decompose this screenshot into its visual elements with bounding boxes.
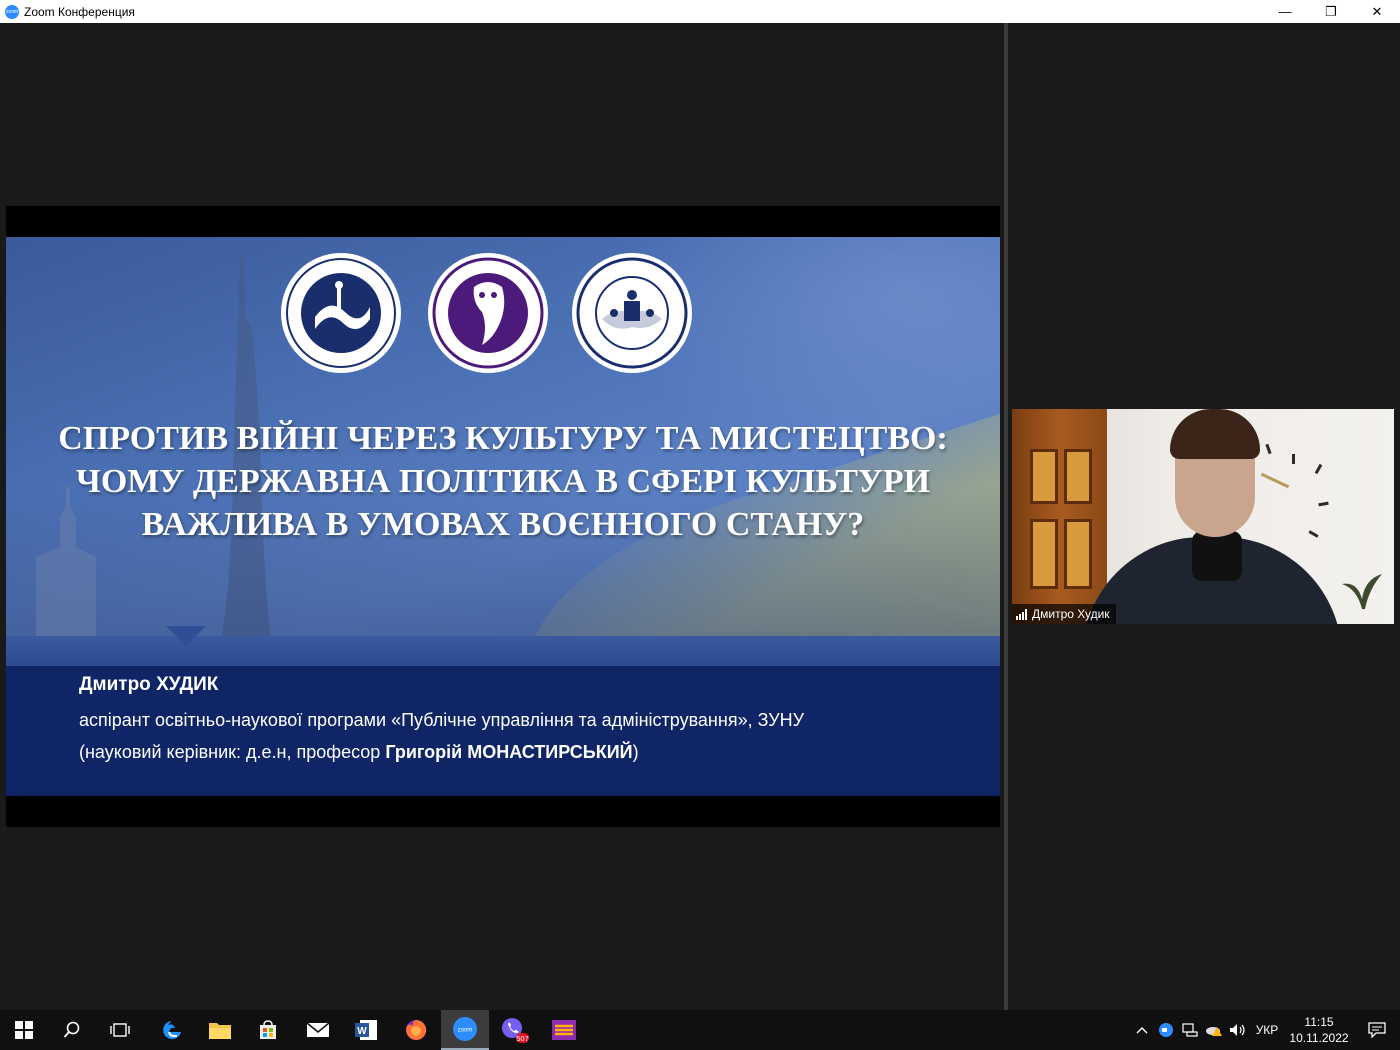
slide-divider-band [6,636,1000,666]
wall-clock-mark [1314,463,1323,475]
taskbar-explorer[interactable] [196,1010,244,1050]
participant-name-tag: Дмитро Худик [1012,604,1116,624]
slide-title-line-2: ЧОМУ ДЕРЖАВНА ПОЛІТИКА В СФЕРІ КУЛЬТУРИ [75,463,931,500]
start-button[interactable] [0,1010,48,1050]
restore-button[interactable]: ❐ [1308,0,1354,23]
network-icon[interactable] [1178,1023,1202,1037]
app-layers-icon [552,1020,576,1040]
close-button[interactable]: ✕ [1354,0,1400,23]
person-neck [1192,531,1242,581]
folder-icon [209,1023,231,1039]
taskbar-zoom[interactable]: zoom [441,1010,489,1050]
language-indicator[interactable]: УКР [1250,1023,1284,1037]
taskbar-clock[interactable]: 11:15 10.11.2022 [1284,1014,1354,1046]
wall-clock-mark [1318,501,1329,507]
shared-screen[interactable]: СПРОТИВ ВІЙНІ ЧЕРЕЗ КУЛЬТУРУ ТА МИСТЕЦТВ… [6,206,1000,827]
management-department-logo [572,253,692,373]
windows-logo-icon [15,1021,33,1039]
faculty-economics-logo [428,253,548,373]
system-tray: УКР 11:15 10.11.2022 [1130,1010,1400,1050]
panel-splitter[interactable] [1004,23,1008,1010]
edge-icon [163,1021,181,1039]
zoom-icon: zoom [453,1017,477,1041]
supervisor-suffix: ) [632,742,639,762]
window-title: Zoom Конференция [24,4,135,19]
taskbar-firefox[interactable] [392,1010,440,1050]
zoom-icon-label: zoom [458,1028,473,1034]
door-panel [1064,519,1092,589]
door-panel [1030,519,1058,589]
door-panel [1030,449,1058,504]
window-titlebar: zoom Zoom Конференция — ❐ ✕ [0,0,1400,23]
firefox-icon [406,1019,427,1040]
windows-taskbar: W zoom 507 УКР 11:15 10.11.2022 [0,1010,1400,1050]
taskbar-mail[interactable] [294,1010,342,1050]
taskbar-store[interactable] [244,1010,292,1050]
presentation-slide: СПРОТИВ ВІЙНІ ЧЕРЕЗ КУЛЬТУРУ ТА МИСТЕЦТВ… [6,237,1000,796]
word-icon: W [355,1020,377,1040]
taskbar-viber[interactable]: 507 [490,1010,538,1050]
wall-clock-mark [1292,454,1295,464]
connection-signal-icon [1016,608,1027,620]
zoom-app-icon: zoom [5,4,19,19]
search-icon [63,1021,80,1038]
window-controls: — ❐ ✕ [1262,0,1400,23]
slide-title-line-1: СПРОТИВ ВІЙНІ ЧЕРЕЗ КУЛЬТУРУ ТА МИСТЕЦТВ… [58,420,948,457]
notifications-icon[interactable] [1354,1022,1400,1038]
wall-clock-mark [1265,443,1272,455]
supervisor-name: Григорій МОНАСТИРСЬКИЙ [385,742,633,762]
supervisor-prefix: (науковий керівник: д.е.н, професор [79,742,386,762]
volume-icon[interactable] [1226,1023,1250,1037]
door-panel [1064,449,1092,504]
tray-zoom-icon[interactable] [1154,1022,1178,1038]
tray-overflow-chevron-icon[interactable] [1130,1023,1154,1037]
wall-clock-mark [1308,530,1319,538]
viber-badge-count: 507 [516,1034,529,1043]
word-icon-letter: W [357,1026,367,1037]
task-view-icon [110,1023,130,1037]
person-hair [1170,409,1260,459]
clock-hand [1260,472,1290,489]
taskbar-app[interactable] [540,1010,588,1050]
background-door [1012,409,1107,624]
task-view-button[interactable] [96,1010,144,1050]
clock-time: 11:15 [1304,1015,1334,1029]
slide-title-line-3: ВАЖЛИВА В УМОВАХ ВОЄННОГО СТАНУ? [141,506,865,543]
store-icon [260,1020,276,1039]
search-button[interactable] [48,1010,96,1050]
mail-icon [306,1022,330,1037]
weather-warning-icon[interactable] [1202,1023,1226,1037]
slide-notch [166,626,206,646]
participant-video[interactable]: Дмитро Худик [1012,409,1394,624]
viber-icon: 507 [502,1018,529,1043]
zunu-university-logo [281,253,401,373]
slide-title: СПРОТИВ ВІЙНІ ЧЕРЕЗ КУЛЬТУРУ ТА МИСТЕЦТВ… [6,417,1000,546]
plant-icon [1342,574,1382,609]
participant-name: Дмитро Худик [1032,607,1110,621]
speaker-role: аспірант освітньо-наукової програми «Пуб… [79,710,805,730]
minimize-button[interactable]: — [1262,0,1308,23]
taskbar-word[interactable]: W [342,1010,390,1050]
speaker-name: Дмитро ХУДИК [79,674,219,695]
clock-date: 10.11.2022 [1289,1031,1349,1045]
speaker-supervisor: (науковий керівник: д.е.н, професор Григ… [79,742,639,763]
taskbar-edge[interactable] [148,1010,196,1050]
